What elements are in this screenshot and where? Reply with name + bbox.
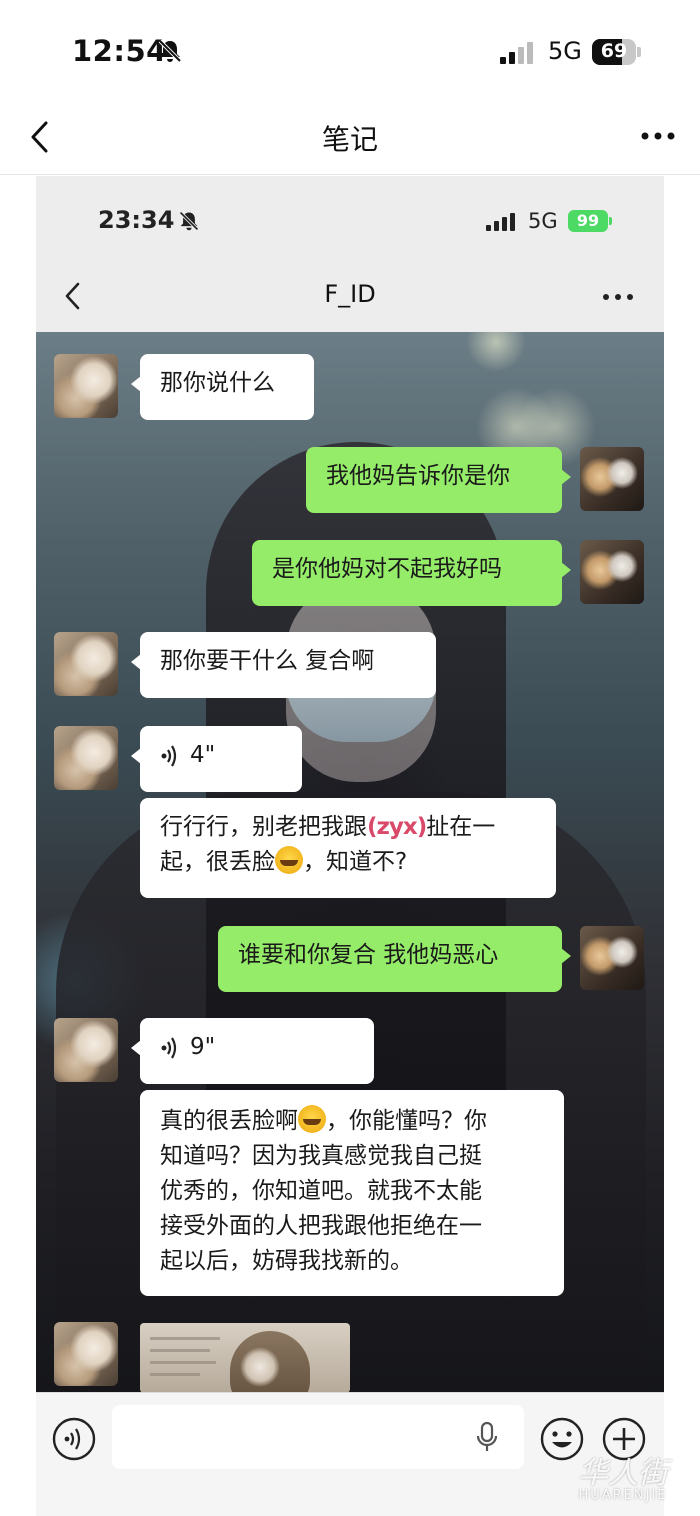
outer-status-time: 12:54 (72, 34, 167, 68)
microphone-icon[interactable] (476, 1421, 498, 1453)
message-line: 接受外面的人把我跟他拒绝在一 (160, 1213, 482, 1239)
message-text: 谁要和你复合 我他妈恶心 (238, 942, 499, 968)
watermark-text-en: HUARENJIE (578, 1488, 668, 1503)
message-line: 起以后，妨碍我找新的。 (160, 1248, 413, 1274)
inner-status-time: 23:34 (98, 206, 175, 234)
image-message[interactable] (140, 1323, 350, 1393)
message-bubble[interactable]: 真的很丢脸啊 ，你能懂吗？你 知道吗？因为我真感觉我自己挺 优秀的，你知道吧。就我… (140, 1090, 564, 1296)
inner-battery-level: 99 (576, 211, 600, 230)
chat-title: F_ID (324, 280, 376, 308)
message-line: 行行行，别老把我跟(zyx)扯在一 (160, 814, 496, 840)
message-line: 真的很丢脸啊 ，你能懂吗？你 (160, 1104, 544, 1139)
contact-avatar[interactable] (54, 1322, 118, 1386)
chat-screenshot[interactable]: 23:34 5G 99 F_ID 那你说什么 我他妈告诉你是你 是你他妈对不起我… (36, 176, 664, 1516)
my-avatar[interactable] (580, 540, 644, 604)
voice-message[interactable]: 4" (131, 726, 302, 792)
contact-avatar[interactable] (54, 632, 118, 696)
voice-wave-icon (161, 1036, 177, 1059)
voice-duration: 4" (190, 742, 216, 768)
chat-background: 那你说什么 我他妈告诉你是你 是你他妈对不起我好吗 那你要干什么 复合啊 4" (36, 332, 664, 1392)
message-text: 那你要干什么 复合啊 (160, 648, 375, 674)
message-bubble[interactable]: 那你说什么 (131, 354, 314, 420)
message-line: 优秀的，你知道吧。就我不太能 (160, 1178, 482, 1204)
battery-charging-icon: 99 (568, 210, 614, 232)
message-bubble[interactable]: 是你他妈对不起我好吗 (252, 540, 571, 606)
message-bubble[interactable]: 那你要干什么 复合啊 (131, 632, 436, 698)
message-line: 起，很丢脸 ，知道不? (160, 845, 536, 880)
watermark-text-cn: 华人街 (578, 1456, 668, 1491)
my-avatar[interactable] (580, 447, 644, 511)
message-text: 我他妈告诉你是你 (326, 463, 510, 489)
message-bubble[interactable]: 谁要和你复合 我他妈恶心 (218, 926, 571, 992)
more-dots-icon[interactable] (640, 130, 676, 142)
voice-message[interactable]: 9" (131, 1018, 374, 1084)
cat-photo-icon (230, 1331, 310, 1393)
message-input[interactable] (112, 1405, 524, 1469)
my-avatar[interactable] (580, 926, 644, 990)
signal-icon (500, 42, 533, 64)
outer-network-label: 5G (548, 37, 582, 65)
signal-icon (486, 213, 515, 231)
outer-page-title: 笔记 (321, 123, 378, 156)
battery-icon: 69 (592, 39, 642, 65)
inner-network-label: 5G (528, 209, 558, 233)
bell-muted-icon (179, 211, 199, 231)
message-text: 是你他妈对不起我好吗 (272, 556, 502, 582)
outer-battery-level: 69 (600, 40, 628, 62)
contact-avatar[interactable] (54, 1018, 118, 1082)
message-line: 知道吗？因为我真感觉我自己挺 (160, 1143, 482, 1169)
bell-muted-icon (158, 39, 182, 63)
voice-input-icon[interactable] (52, 1417, 96, 1461)
message-bubble[interactable]: 行行行，别老把我跟(zyx)扯在一 起，很丢脸 ，知道不? (140, 798, 556, 898)
redaction-mark: (zyx) (367, 814, 427, 840)
message-bubble[interactable]: 我他妈告诉你是你 (306, 447, 571, 513)
more-dots-icon[interactable] (602, 292, 634, 302)
contact-avatar[interactable] (54, 354, 118, 418)
contact-avatar[interactable] (54, 726, 118, 790)
crying-emoji-icon (298, 1105, 326, 1133)
voice-duration: 9" (190, 1034, 216, 1060)
voice-wave-icon (161, 744, 177, 767)
crying-emoji-icon (275, 846, 303, 874)
watermark-logo: 华人街 HUARENJIE (548, 1448, 698, 1508)
message-text: 那你说什么 (160, 370, 275, 396)
